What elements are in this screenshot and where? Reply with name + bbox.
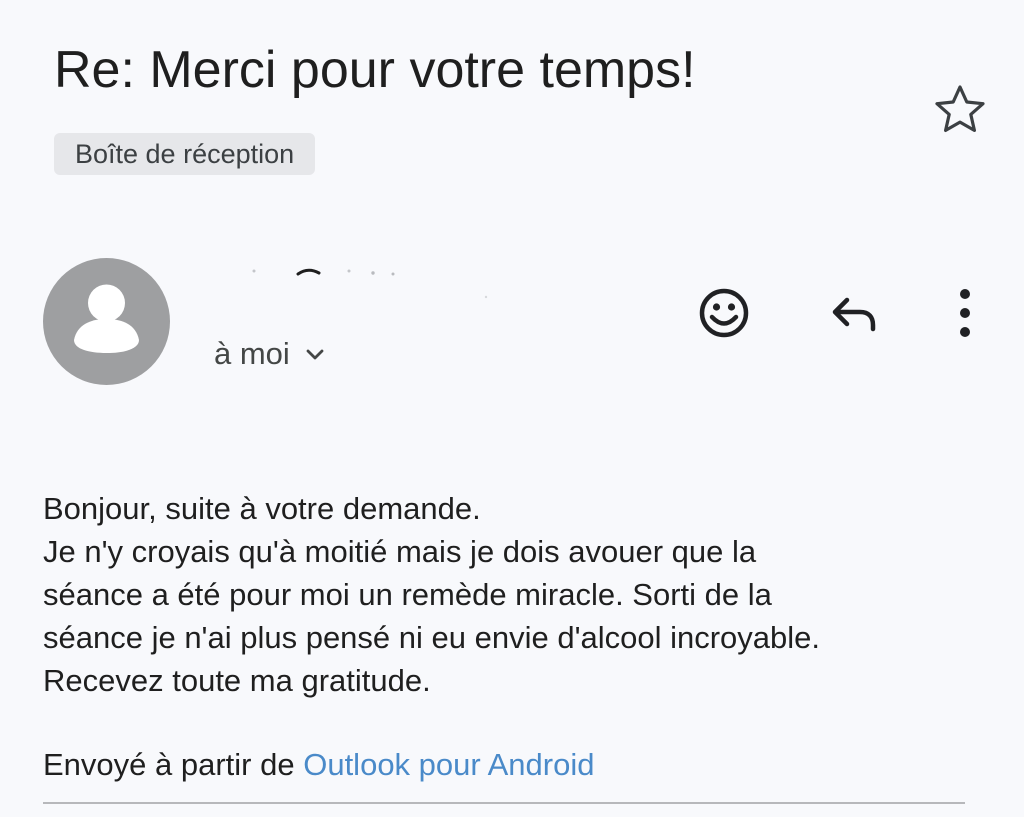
more-options-button[interactable] <box>933 281 997 345</box>
signature-prefix: Envoyé à partir de <box>43 747 295 782</box>
email-body-line: Bonjour, suite à votre demande. <box>43 491 481 526</box>
star-button[interactable] <box>930 80 990 138</box>
email-signature: Envoyé à partir de Outlook pour Android <box>43 743 594 786</box>
message-divider <box>43 802 965 804</box>
person-icon <box>74 284 139 353</box>
star-outline-icon <box>935 85 985 133</box>
recipient-label: à moi <box>214 336 290 371</box>
chevron-down-icon <box>306 349 324 360</box>
email-subject: Re: Merci pour votre temps! <box>54 41 696 99</box>
email-body-line: séance a été pour moi un remède miracle.… <box>43 577 772 612</box>
sender-avatar[interactable] <box>43 258 170 385</box>
email-body-line: séance je n'ai plus pensé ni eu envie d'… <box>43 620 821 655</box>
more-vert-icon <box>960 289 970 337</box>
reply-icon <box>832 297 876 332</box>
email-body: Bonjour, suite à votre demande. Je n'y c… <box>43 487 993 702</box>
reply-button[interactable] <box>822 281 886 345</box>
recipient-details-toggle[interactable]: à moi <box>214 334 326 374</box>
email-body-line: Recevez toute ma gratitude. <box>43 663 431 698</box>
email-body-line: Je n'y croyais qu'à moitié mais je dois … <box>43 534 757 569</box>
emoji-icon <box>699 288 749 338</box>
outlook-android-link[interactable]: Outlook pour Android <box>303 747 594 782</box>
inbox-label-chip[interactable]: Boîte de réception <box>54 133 316 175</box>
sender-name-redacted <box>240 262 500 304</box>
emoji-reaction-button[interactable] <box>692 281 756 345</box>
